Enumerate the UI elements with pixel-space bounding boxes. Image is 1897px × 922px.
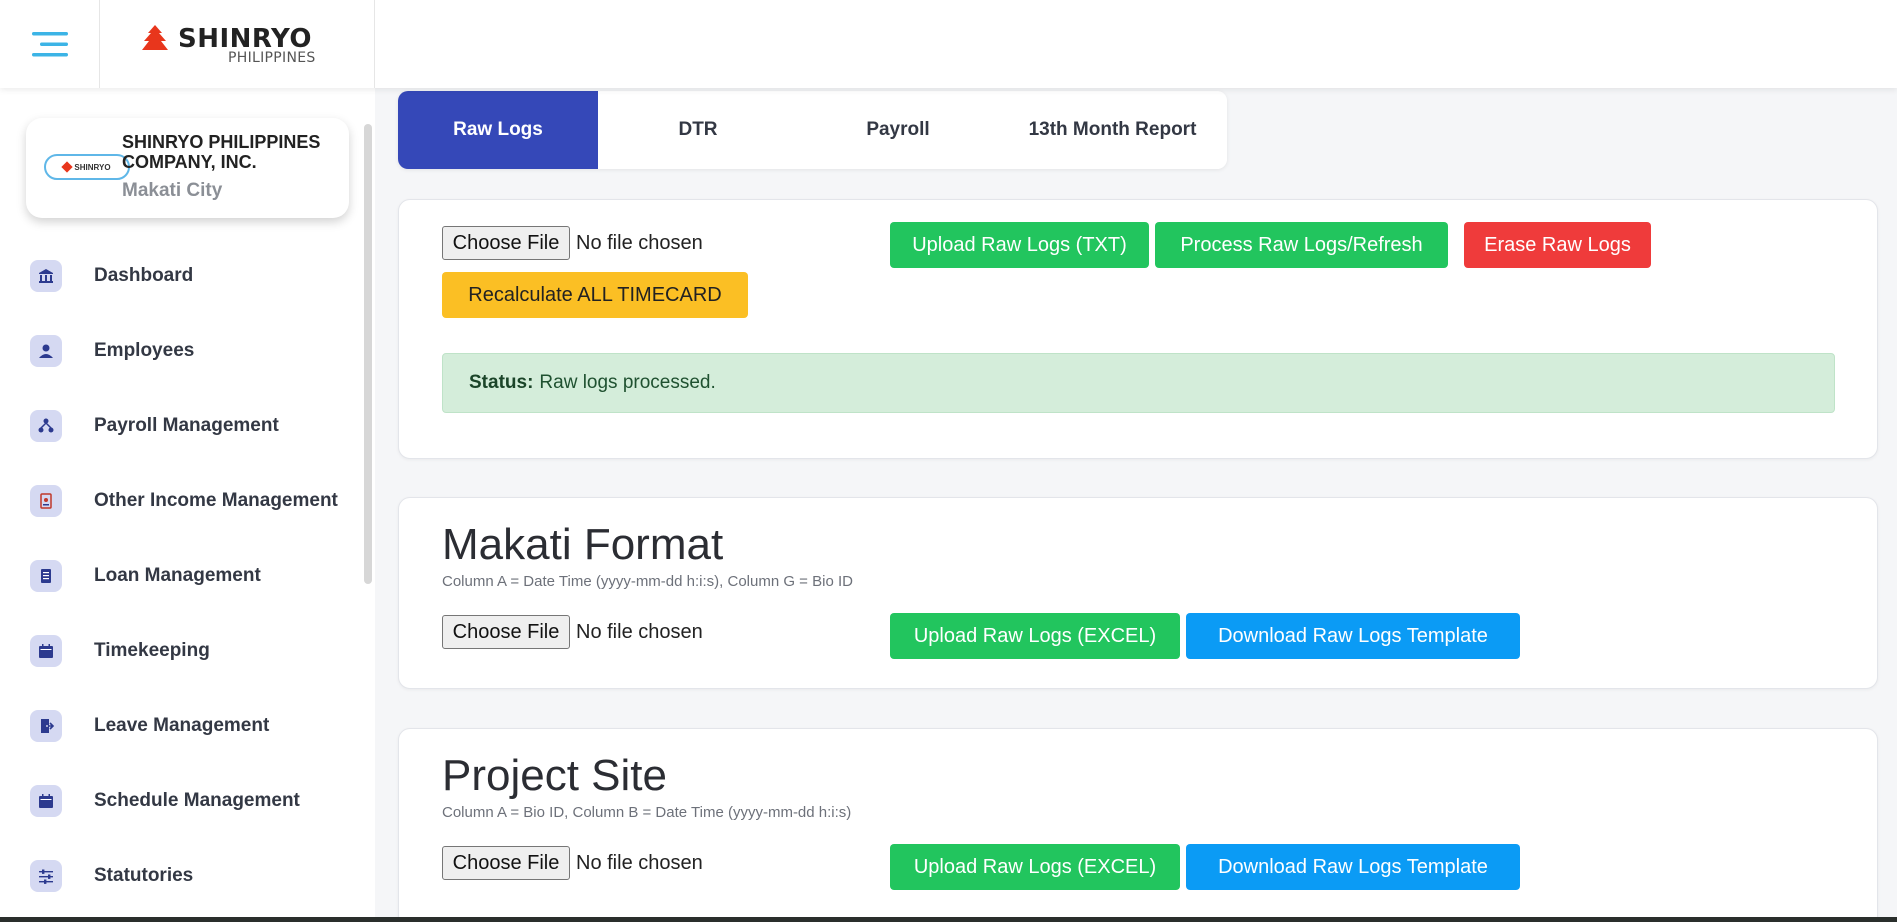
upload-raw-logs-excel-button[interactable]: Upload Raw Logs (EXCEL)	[890, 844, 1180, 890]
top-bar: SHINRYO PHILIPPINES	[0, 0, 1897, 88]
file-status-text: No file chosen	[576, 851, 703, 874]
sidebar-item-schedule-management[interactable]: Schedule Management	[0, 763, 370, 838]
shinryo-mark-icon	[142, 25, 168, 50]
tab-bar: Raw Logs DTR Payroll 13th Month Report	[398, 91, 1227, 169]
download-template-button[interactable]: Download Raw Logs Template	[1186, 844, 1520, 890]
file-input-txt[interactable]: Choose File No file chosen	[442, 226, 703, 260]
file-status-text: No file chosen	[576, 620, 703, 643]
brand-subtitle: PHILIPPINES	[228, 50, 316, 66]
network-icon	[30, 409, 62, 442]
sidebar-item-loan-management[interactable]: Loan Management	[0, 538, 370, 613]
company-logo: SHINRYO	[44, 154, 130, 180]
section-note: Column A = Bio ID, Column B = Date Time …	[442, 804, 852, 821]
document-icon	[30, 484, 62, 517]
recalculate-timecard-button[interactable]: Recalculate ALL TIMECARD	[442, 272, 748, 318]
sidebar-item-label: Statutories	[94, 864, 194, 886]
status-label: Status:	[469, 372, 534, 393]
erase-raw-logs-button[interactable]: Erase Raw Logs	[1464, 222, 1651, 268]
download-template-button[interactable]: Download Raw Logs Template	[1186, 613, 1520, 659]
calendar-icon	[30, 784, 62, 817]
company-name: SHINRYO PHILIPPINES COMPANY, INC.	[122, 132, 321, 172]
company-card[interactable]: SHINRYO SHINRYO PHILIPPINES COMPANY, INC…	[26, 118, 349, 218]
ledger-icon	[30, 559, 62, 592]
main-content: Raw Logs DTR Payroll 13th Month Report C…	[375, 88, 1897, 922]
section-title: Makati Format	[442, 520, 724, 569]
project-site-card: Project Site Column A = Bio ID, Column B…	[398, 728, 1878, 922]
sliders-icon	[30, 859, 62, 892]
company-city: Makati City	[122, 180, 223, 201]
brand-logo[interactable]: SHINRYO PHILIPPINES	[100, 0, 375, 88]
hamburger-icon	[31, 32, 68, 57]
employee-icon	[30, 334, 62, 367]
sidebar-nav: Dashboard Employees Payroll Management O…	[0, 238, 370, 913]
sidebar-item-statutories[interactable]: Statutories	[0, 838, 370, 913]
raw-logs-upload-card: Choose File No file chosen Upload Raw Lo…	[398, 199, 1878, 459]
tab-dtr[interactable]: DTR	[598, 91, 798, 169]
section-title: Project Site	[442, 751, 667, 800]
sidebar-item-dashboard[interactable]: Dashboard	[0, 238, 370, 313]
sidebar-item-other-income-management[interactable]: Other Income Management	[0, 463, 370, 538]
file-input-excel-project[interactable]: Choose File No file chosen	[442, 846, 703, 880]
process-raw-logs-button[interactable]: Process Raw Logs/Refresh	[1155, 222, 1448, 268]
section-note: Column A = Date Time (yyyy-mm-dd h:i:s),…	[442, 573, 853, 590]
calendar-icon	[30, 634, 62, 667]
file-input-excel-makati[interactable]: Choose File No file chosen	[442, 615, 703, 649]
file-status-text: No file chosen	[576, 231, 703, 254]
sidebar-item-leave-management[interactable]: Leave Management	[0, 688, 370, 763]
sidebar-item-label: Loan Management	[94, 564, 261, 586]
sidebar-item-label: Payroll Management	[94, 414, 279, 436]
tab-payroll[interactable]: Payroll	[798, 91, 998, 169]
sidebar-item-label: Schedule Management	[94, 789, 300, 811]
makati-format-card: Makati Format Column A = Date Time (yyyy…	[398, 497, 1878, 689]
door-exit-icon	[30, 709, 62, 742]
status-alert: Status: Raw logs processed.	[442, 353, 1835, 413]
menu-toggle-button[interactable]	[0, 0, 100, 88]
status-message: Raw logs processed.	[539, 372, 716, 393]
sidebar-item-label: Dashboard	[94, 264, 194, 286]
sidebar-item-label: Other Income Management	[94, 489, 338, 511]
bank-icon	[30, 259, 62, 292]
choose-file-button[interactable]: Choose File	[442, 615, 570, 649]
tab-13th-month-report[interactable]: 13th Month Report	[998, 91, 1227, 169]
page-bottom-edge	[0, 917, 1897, 922]
upload-raw-logs-excel-button[interactable]: Upload Raw Logs (EXCEL)	[890, 613, 1180, 659]
company-logo-text: SHINRYO	[74, 162, 111, 172]
sidebar-item-payroll-management[interactable]: Payroll Management	[0, 388, 370, 463]
sidebar-item-label: Employees	[94, 339, 195, 361]
choose-file-button[interactable]: Choose File	[442, 846, 570, 880]
sidebar-item-label: Timekeeping	[94, 639, 210, 661]
sidebar-item-employees[interactable]: Employees	[0, 313, 370, 388]
upload-raw-logs-txt-button[interactable]: Upload Raw Logs (TXT)	[890, 222, 1149, 268]
sidebar-item-label: Leave Management	[94, 714, 270, 736]
choose-file-button[interactable]: Choose File	[442, 226, 570, 260]
sidebar-item-timekeeping[interactable]: Timekeeping	[0, 613, 370, 688]
tab-raw-logs[interactable]: Raw Logs	[398, 91, 598, 169]
logo-mark-icon	[61, 161, 74, 173]
sidebar-scrollbar[interactable]	[364, 124, 372, 584]
sidebar: SHINRYO SHINRYO PHILIPPINES COMPANY, INC…	[0, 88, 375, 922]
